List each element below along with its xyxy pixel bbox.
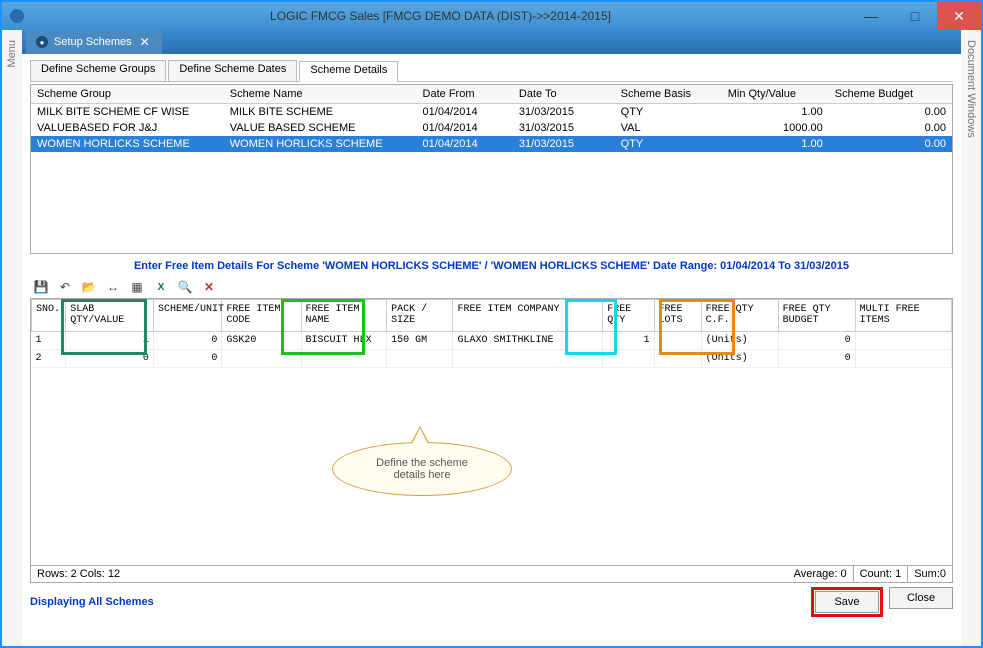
right-panel-tab[interactable]: Document Windows [961, 30, 981, 646]
close-button[interactable]: ✕ [937, 2, 981, 30]
table-row[interactable]: WOMEN HORLICKS SCHEMEWOMEN HORLICKS SCHE… [31, 136, 952, 152]
tab-define-scheme-dates[interactable]: Define Scheme Dates [168, 60, 297, 81]
maximize-button[interactable]: □ [893, 2, 937, 30]
callout: Define the scheme details here [332, 442, 512, 496]
doc-tab-setup-schemes[interactable]: ● Setup Schemes ✕ [26, 30, 162, 54]
undo-icon[interactable]: ↶ [56, 278, 74, 296]
save-highlight: Save [811, 587, 883, 617]
window-title: LOGIC FMCG Sales [FMCG DEMO DATA (DIST)-… [32, 9, 849, 23]
left-panel-tab[interactable]: Menu [2, 30, 22, 646]
status-bar: Rows: 2 Cols: 12 Average: 0 Count: 1 Sum… [30, 566, 953, 583]
doc-tab-close-icon[interactable]: ✕ [138, 35, 152, 49]
doc-tab-icon: ● [36, 36, 48, 48]
tab-define-scheme-groups[interactable]: Define Scheme Groups [30, 60, 166, 81]
instruction-text: Enter Free Item Details For Scheme 'WOME… [30, 254, 953, 276]
window-controls: — □ ✕ [849, 2, 981, 30]
minimize-button[interactable]: — [849, 2, 893, 30]
scheme-grid-header: Scheme GroupScheme NameDate FromDate ToS… [31, 85, 952, 104]
fit-icon[interactable]: ↔ [104, 278, 122, 296]
close-button[interactable]: Close [889, 587, 953, 609]
table-row[interactable]: 110GSK20BISCUIT HLX150 GMGLAXO SMITHKLIN… [32, 332, 952, 350]
doc-tab-label: Setup Schemes [54, 36, 132, 48]
table-row[interactable]: MILK BITE SCHEME CF WISEMILK BITE SCHEME… [31, 104, 952, 121]
table-row[interactable]: VALUEBASED FOR J&JVALUE BASED SCHEME01/0… [31, 120, 952, 136]
status-rows-cols: Rows: 2 Cols: 12 [31, 566, 126, 582]
table-row[interactable]: 200(Units)0 [32, 350, 952, 368]
app-icon [10, 9, 24, 23]
displaying-label: Displaying All Schemes [30, 596, 154, 608]
callout-text: Define the scheme details here [332, 442, 512, 496]
save-icon[interactable]: 💾 [32, 278, 50, 296]
save-button[interactable]: Save [815, 591, 879, 613]
delete-icon[interactable]: ✕ [200, 278, 218, 296]
scheme-grid[interactable]: Scheme GroupScheme NameDate FromDate ToS… [30, 84, 953, 254]
grid-icon[interactable]: ▦ [128, 278, 146, 296]
details-grid-header: SNO.SLAB QTY/VALUESCHEME/UNITFREE ITEM C… [32, 300, 952, 332]
status-sum: Sum:0 [907, 566, 952, 582]
status-count: Count: 1 [853, 566, 908, 582]
grid-toolbar: 💾 ↶ 📂 ↔ ▦ X 🔍 ✕ [30, 276, 953, 298]
sub-tabs: Define Scheme Groups Define Scheme Dates… [30, 60, 953, 82]
find-icon[interactable]: 🔍 [176, 278, 194, 296]
excel-icon[interactable]: X [152, 278, 170, 296]
titlebar: LOGIC FMCG Sales [FMCG DEMO DATA (DIST)-… [2, 2, 981, 30]
status-average: Average: 0 [788, 566, 853, 582]
tab-scheme-details[interactable]: Scheme Details [299, 61, 398, 82]
document-tabs: ● Setup Schemes ✕ [22, 30, 961, 54]
open-icon[interactable]: 📂 [80, 278, 98, 296]
details-grid[interactable]: SNO.SLAB QTY/VALUESCHEME/UNITFREE ITEM C… [30, 298, 953, 566]
